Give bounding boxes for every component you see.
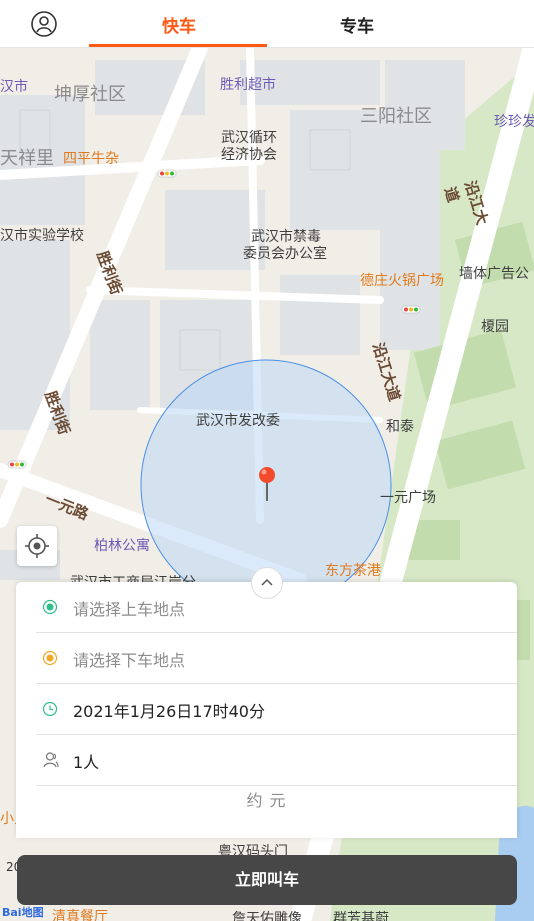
poi-label: 一元广场 (380, 490, 436, 506)
clock-icon (42, 701, 58, 717)
poi-label: 汉市实验学校 (0, 228, 84, 244)
passenger-row[interactable]: 1人 (36, 735, 517, 786)
poi-label: 经济协会 (221, 147, 277, 163)
poi-label: 汉市 (0, 79, 28, 95)
fare-estimate: 约 元 (246, 791, 287, 810)
poi-label: 德庄火锅广场 (360, 273, 444, 289)
poi-label: 詹天佑雕像 (232, 911, 302, 921)
tab-zhuanche[interactable]: 专车 (340, 12, 374, 37)
call-car-button[interactable]: 立即叫车 (17, 855, 517, 905)
poi-label: 胜利超市 (220, 77, 276, 93)
time-row[interactable]: 2021年1月26日17时40分 (36, 684, 517, 735)
user-avatar-icon[interactable] (30, 10, 58, 38)
poi-label: 和泰 (386, 419, 414, 435)
passenger-count[interactable]: 1人 (73, 749, 99, 773)
person-icon (43, 752, 59, 768)
poi-label: 榎园 (481, 319, 509, 335)
orange-dot-icon (42, 650, 58, 666)
active-tab-indicator (89, 44, 267, 47)
poi-label: 珍珍发 (494, 114, 534, 130)
green-dot-icon (42, 599, 58, 615)
poi-label: 墙体广告公 (459, 266, 529, 282)
district-label: 三阳社区 (360, 106, 432, 127)
locate-button[interactable] (17, 526, 57, 566)
collapse-panel-button[interactable] (251, 567, 283, 599)
poi-label: 委员会办公室 (243, 246, 327, 262)
district-label: 天祥里 (0, 148, 54, 169)
district-label: 坤厚社区 (54, 84, 126, 105)
trip-panel: 请选择上车地点 请选择下车地点 2021年1月26日17时40分 1人 约 元 (16, 582, 517, 838)
dropoff-input[interactable]: 请选择下车地点 (73, 647, 185, 671)
poi-label: 清真餐厅 (52, 909, 108, 921)
tab-kuaiche[interactable]: 快车 (162, 12, 196, 37)
poi-label: 东方茶港 (325, 563, 381, 579)
poi-label: 四平牛杂 (63, 151, 119, 167)
locate-icon (25, 534, 49, 558)
departure-time[interactable]: 2021年1月26日17时40分 (73, 698, 265, 722)
pickup-input[interactable]: 请选择上车地点 (73, 596, 185, 620)
poi-label: 武汉市发改委 (196, 413, 280, 429)
poi-label: 群芳基蔚 (333, 911, 389, 921)
top-bar: 快车 专车 (0, 0, 534, 48)
location-pin-icon (256, 466, 278, 502)
chevron-up-icon (261, 578, 273, 586)
baidu-map-logo: Bai地图 (2, 906, 44, 919)
dropoff-row[interactable]: 请选择下车地点 (36, 633, 517, 684)
poi-label: 柏林公寓 (94, 538, 150, 554)
